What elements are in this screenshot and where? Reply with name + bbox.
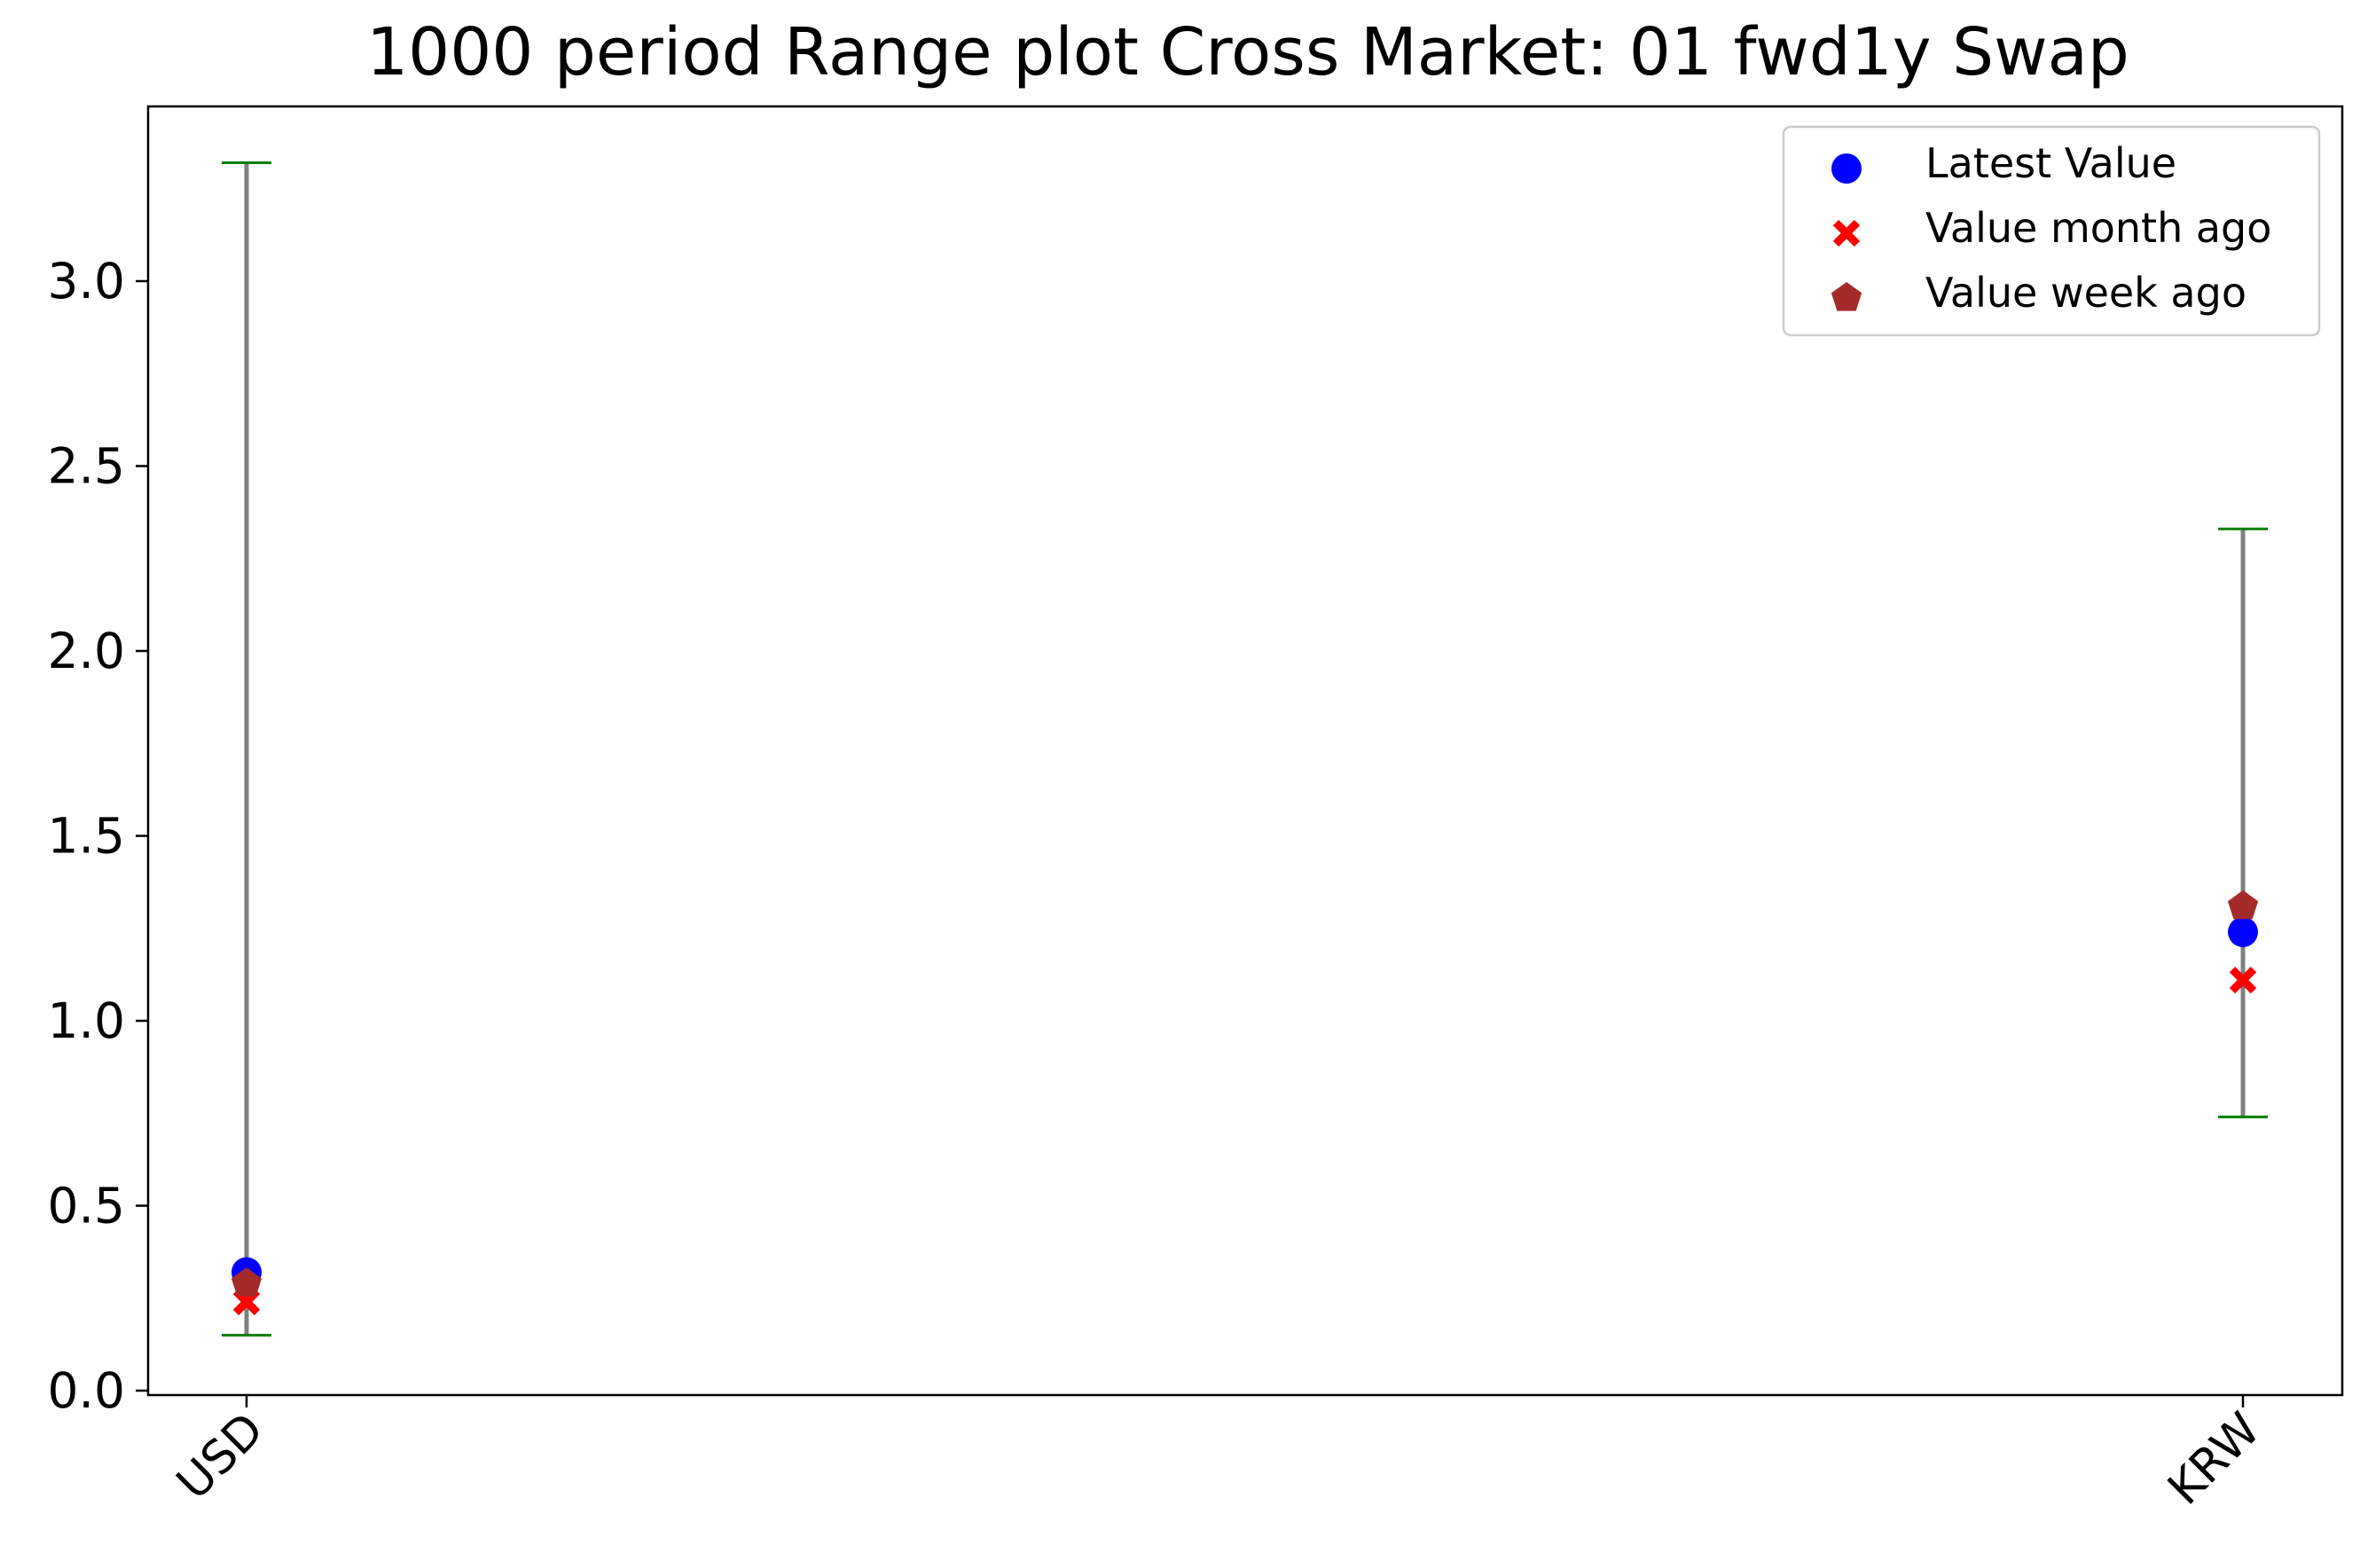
latest-value-marker — [2228, 916, 2258, 947]
y-tick-label: 0.0 — [48, 1362, 125, 1419]
legend-latest-value-swatch — [1831, 153, 1862, 184]
chart-title: 1000 period Range plot Cross Market: 01 … — [366, 14, 2129, 90]
legend-latest-value-label: Latest Value — [1925, 139, 2176, 187]
y-tick-label: 3.0 — [48, 253, 125, 310]
y-tick-label: 2.0 — [48, 623, 125, 679]
y-tick-label: 1.5 — [48, 808, 125, 865]
legend-value-month-ago-label: Value month ago — [1925, 204, 2271, 252]
y-tick-label: 0.5 — [48, 1178, 125, 1235]
range-chart: 1000 period Range plot Cross Market: 01 … — [0, 0, 2368, 1568]
legend: Latest Value Value month ago Value week ag… — [1782, 125, 2321, 337]
y-tick-label: 2.5 — [48, 438, 125, 495]
legend-value-week-ago-label: Value week ago — [1925, 269, 2246, 317]
y-tick-label: 1.0 — [48, 992, 125, 1049]
